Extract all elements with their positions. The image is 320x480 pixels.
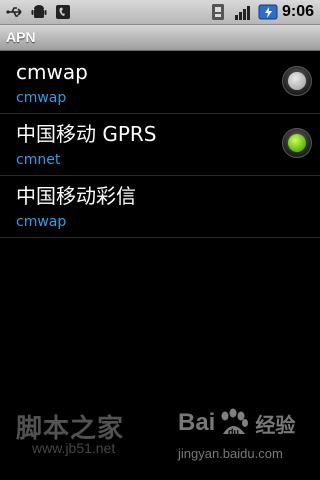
baidu-brand-text: Bai (178, 409, 216, 436)
apn-name: cmwap (16, 60, 88, 84)
watermark-jb51-url: www.jb51.net (32, 440, 116, 456)
system-icons: 9:06 (210, 2, 314, 22)
apn-item-cmcc-mms[interactable]: 中国移动彩信 cmwap (0, 176, 320, 238)
clock: 9:06 (281, 3, 314, 20)
radio-button[interactable] (282, 66, 312, 96)
phone-icon (54, 3, 72, 21)
screen: 9:06 APN cmwap cmwap 中国移动 GPRS cmnet 中国移… (0, 0, 320, 480)
status-bar: 9:06 (0, 0, 320, 25)
page-title: APN (6, 29, 36, 45)
apn-list: cmwap cmwap 中国移动 GPRS cmnet 中国移动彩信 cmwap (0, 52, 320, 238)
baidu-paw-icon: du (217, 408, 251, 438)
usb-icon (6, 3, 24, 21)
apn-item-cmcc-gprs[interactable]: 中国移动 GPRS cmnet (0, 114, 320, 176)
apn-value: cmwap (16, 90, 67, 106)
notification-icons (6, 3, 72, 21)
radio-button-selected[interactable] (282, 128, 312, 158)
apn-value: cmnet (16, 152, 61, 168)
apn-item-cmwap[interactable]: cmwap cmwap (0, 52, 320, 114)
apn-name: 中国移动彩信 (16, 184, 136, 208)
apn-name: 中国移动 GPRS (16, 122, 157, 146)
android-debug-icon (30, 3, 48, 21)
baidu-jingyan-text: 经验 (255, 412, 296, 437)
watermark-baidu: Bai du 经验 (178, 408, 295, 438)
baidu-du-text: du (228, 427, 239, 437)
apn-value: cmwap (16, 214, 67, 230)
sim-icon (210, 3, 228, 21)
title-bar: APN (0, 25, 320, 51)
battery-charging-icon (258, 3, 278, 21)
watermark-baidu-url: jingyan.baidu.com (178, 446, 283, 461)
signal-icon (234, 3, 252, 21)
